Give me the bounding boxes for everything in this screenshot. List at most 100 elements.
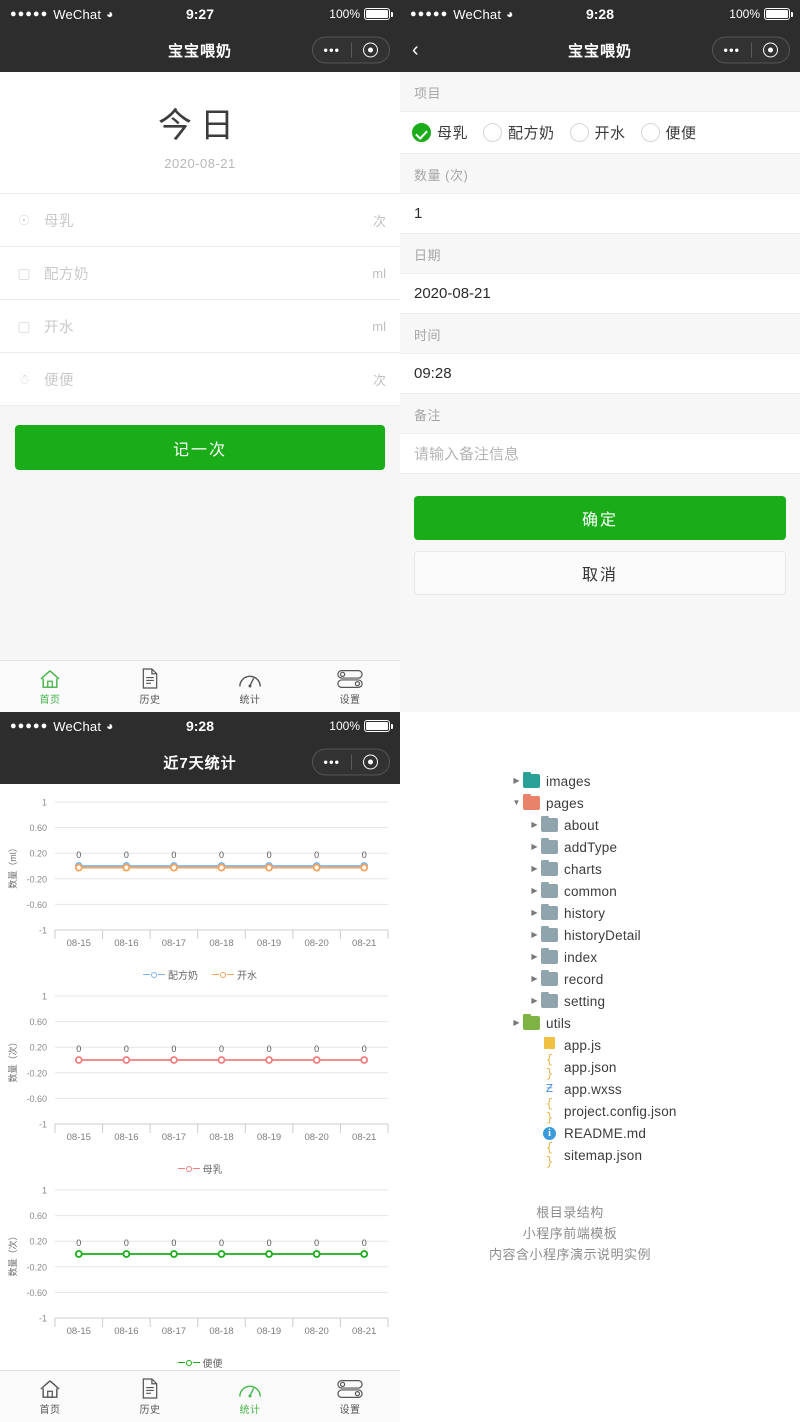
data-point-label: 0 — [314, 1044, 319, 1054]
tab-home[interactable]: 首页 — [0, 667, 100, 706]
chevron-right-icon[interactable]: ▶ — [528, 887, 541, 895]
list-item-label: 母乳 — [44, 213, 74, 230]
tab-settings[interactable]: 设置 — [300, 1377, 400, 1416]
tab-history[interactable]: 历史 — [100, 667, 200, 706]
wechat-capsule-record[interactable]: ••• — [712, 36, 790, 64]
tab-history[interactable]: 历史 — [100, 1377, 200, 1416]
wechat-capsule-charts[interactable]: ••• — [312, 748, 390, 776]
tree-node-label: charts — [564, 861, 602, 877]
y-axis-label: 数量（次） — [7, 1231, 18, 1276]
tree-node[interactable]: ▶ images — [510, 770, 800, 792]
tree-node[interactable]: ▶ record — [510, 968, 800, 990]
field-label-time: 时间 — [400, 314, 800, 353]
x-tick-label: 08-15 — [67, 1132, 91, 1143]
today-hero: 今日 2020-08-21 — [0, 72, 400, 193]
radio-option-poop[interactable]: 便便 — [640, 122, 697, 143]
radio-option-water[interactable]: 开水 — [569, 122, 626, 143]
radio-option-breastmilk[interactable]: 母乳 — [412, 122, 468, 143]
data-point — [312, 863, 321, 872]
wechat-capsule-home[interactable]: ••• — [312, 36, 390, 64]
tree-node[interactable]: ▶{ }project.config.json — [510, 1097, 800, 1125]
data-point — [122, 1250, 131, 1258]
chevron-left-icon[interactable]: ‹ — [412, 40, 419, 60]
data-point-label: 0 — [219, 1238, 224, 1248]
chart-2: 1 0.60 0.20 -0.20 -0.60 -1 数量（次） 08-15 08-16 08-1… — [0, 1176, 400, 1370]
legend-label: 开水 — [237, 971, 257, 982]
data-point-label: 0 — [267, 850, 272, 860]
tree-node[interactable]: ▶ historyDetail — [510, 924, 800, 946]
data-point-label: 0 — [362, 850, 367, 860]
data-point — [265, 863, 273, 872]
tab-home[interactable]: 首页 — [0, 1377, 100, 1416]
tree-node[interactable]: ▶ history — [510, 902, 800, 924]
chevron-right-icon[interactable]: ▶ — [528, 975, 541, 983]
check-circle-icon — [412, 123, 431, 142]
carrier-label: WeChat — [53, 718, 102, 734]
data-point-label: 0 — [171, 1044, 176, 1054]
list-item[interactable]: ▢ 配方奶 ml — [0, 247, 400, 300]
tree-node-label: historyDetail — [564, 927, 641, 943]
tree-node[interactable]: ▶ setting — [510, 990, 800, 1012]
quantity-input[interactable]: 1 — [400, 193, 800, 234]
target-circle-icon[interactable] — [352, 754, 390, 770]
chevron-right-icon[interactable]: ▶ — [528, 953, 541, 961]
radio-label: 配方奶 — [508, 125, 555, 142]
tab-label: 统计 — [239, 695, 261, 706]
cancel-button[interactable]: 取消 — [414, 551, 786, 595]
record-panel: ●●●●● WeChat ◕ 9:28 100% ‹ 宝宝喂奶 ••• 项目 母… — [400, 0, 800, 712]
chevron-right-icon[interactable]: ▶ — [528, 931, 541, 939]
time-picker-input[interactable]: 09:28 — [400, 353, 800, 394]
tab-stats[interactable]: 统计 — [200, 667, 300, 706]
tab-settings[interactable]: 设置 — [300, 667, 400, 706]
chevron-right-icon[interactable]: ▶ — [510, 777, 523, 785]
legend-item[interactable]: 母乳 — [177, 1161, 223, 1176]
legend-item[interactable]: 便便 — [177, 1355, 223, 1370]
chevron-right-icon[interactable]: ▶ — [528, 843, 541, 851]
tree-node[interactable]: ▶ utils — [510, 1012, 800, 1034]
list-item[interactable]: ☉ 母乳 次 — [0, 194, 400, 247]
tree-node[interactable]: ▶{ }sitemap.json — [510, 1141, 800, 1169]
tree-node[interactable]: ▶{ }app.json — [510, 1053, 800, 1081]
data-point — [74, 1250, 83, 1258]
tree-node[interactable]: ▶ charts — [510, 858, 800, 880]
legend-item[interactable]: 配方奶 — [143, 967, 198, 982]
y-tick-label: -0.60 — [26, 1288, 47, 1298]
folder-icon — [541, 969, 558, 986]
date-picker-input[interactable]: 2020-08-21 — [400, 273, 800, 314]
chevron-right-icon[interactable]: ▶ — [528, 997, 541, 1005]
tree-node[interactable]: ▼ pages — [510, 792, 800, 814]
target-circle-icon[interactable] — [352, 42, 390, 58]
radio-option-formula[interactable]: 配方奶 — [483, 122, 555, 143]
tree-node[interactable]: ▶ index — [510, 946, 800, 968]
y-tick-label: 0.60 — [29, 1211, 47, 1221]
settings-sliders-icon — [337, 1377, 363, 1399]
legend-item[interactable]: 开水 — [212, 967, 257, 982]
tree-node[interactable]: ▶ common — [510, 880, 800, 902]
legend-label: 便便 — [202, 1359, 223, 1370]
chevron-right-icon[interactable]: ▶ — [528, 821, 541, 829]
note-input[interactable]: 请输入备注信息 — [400, 433, 800, 474]
info-file-icon: i — [541, 1126, 558, 1140]
charts-body: 1 0.60 0.20 -0.20 -0.60 -1 数量（ml） 08-15 08-16 08-… — [0, 784, 400, 1370]
chevron-right-icon[interactable]: ▶ — [528, 865, 541, 873]
folder-icon — [541, 903, 558, 920]
tree-node[interactable]: ▶ addType — [510, 836, 800, 858]
field-label-quantity: 数量 (次) — [400, 154, 800, 193]
tab-label: 历史 — [139, 695, 161, 706]
battery-icon — [364, 8, 393, 20]
chevron-right-icon[interactable]: ▶ — [528, 909, 541, 917]
record-once-button[interactable]: 记一次 — [15, 425, 385, 470]
tree-node[interactable]: ▶ about — [510, 814, 800, 836]
chevron-down-icon[interactable]: ▼ — [510, 799, 523, 807]
tab-stats[interactable]: 统计 — [200, 1377, 300, 1416]
y-axis-label: 数量（ml） — [7, 843, 18, 889]
y-tick-label: 0.60 — [29, 1017, 47, 1027]
list-item[interactable]: ☃ 便便 次 — [0, 353, 400, 406]
radio-circle-icon — [483, 123, 503, 142]
target-circle-icon[interactable] — [752, 42, 790, 58]
form-actions: 确定 取消 — [400, 474, 800, 595]
confirm-button[interactable]: 确定 — [414, 496, 786, 540]
data-point-label: 0 — [76, 1238, 81, 1248]
chevron-right-icon[interactable]: ▶ — [510, 1019, 523, 1027]
list-item[interactable]: ▢ 开水 ml — [0, 300, 400, 353]
